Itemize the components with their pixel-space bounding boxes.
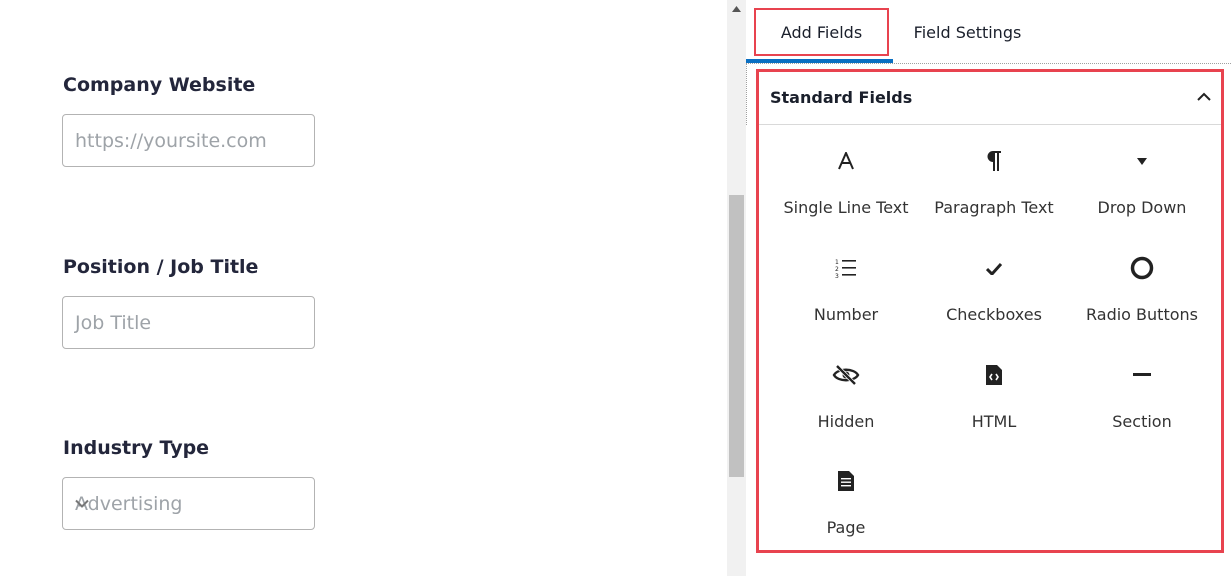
field-item-number[interactable]: 1 2 3 Number [772, 248, 920, 353]
standard-fields-header[interactable]: Standard Fields [759, 72, 1221, 125]
standard-fields-group: Standard Fields Single Line Text Paragra… [756, 69, 1224, 553]
field-item-radio-buttons[interactable]: Radio Buttons [1068, 248, 1216, 353]
chevron-up-icon[interactable] [1195, 88, 1213, 106]
svg-text:1: 1 [835, 259, 839, 266]
fields-panel: Add Fields Field Settings Standard Field… [746, 0, 1231, 576]
field-label-company-website: Company Website [63, 74, 256, 96]
field-item-label: Hidden [817, 412, 875, 431]
page-icon [772, 461, 920, 501]
scroll-thumb[interactable] [729, 195, 744, 477]
code-file-icon [920, 355, 1068, 395]
tab-add-fields[interactable]: Add Fields [754, 8, 889, 56]
field-item-label: Number [813, 305, 879, 324]
company-website-input[interactable]: https://yoursite.com [62, 114, 315, 167]
field-item-page[interactable]: Page [772, 461, 920, 566]
form-preview: Company Website https://yoursite.com Pos… [0, 0, 727, 576]
field-item-paragraph-text[interactable]: Paragraph Text [920, 141, 1068, 246]
panel-divider [746, 63, 1231, 65]
field-item-html[interactable]: HTML [920, 355, 1068, 460]
field-item-single-line-text[interactable]: Single Line Text [772, 141, 920, 246]
panel-divider-left [746, 63, 748, 125]
field-item-label: HTML [971, 412, 1017, 431]
company-website-placeholder: https://yoursite.com [75, 129, 267, 152]
radio-icon [1068, 248, 1216, 288]
eye-slash-icon [772, 355, 920, 395]
minus-icon [1068, 355, 1216, 395]
field-item-section[interactable]: Section [1068, 355, 1216, 460]
caret-down-icon [1068, 141, 1216, 181]
chevron-down-icon [75, 499, 300, 508]
field-label-industry-type: Industry Type [63, 437, 210, 459]
field-item-checkboxes[interactable]: Checkboxes [920, 248, 1068, 353]
field-item-label: Checkboxes [946, 305, 1042, 324]
svg-text:2: 2 [835, 266, 839, 273]
field-item-label: Radio Buttons [1086, 305, 1198, 324]
field-item-label: Drop Down [1097, 198, 1187, 217]
caret-up-icon [732, 6, 741, 12]
paragraph-icon [920, 141, 1068, 181]
ordered-list-icon: 1 2 3 [772, 248, 920, 288]
text-icon [772, 141, 920, 181]
field-item-hidden[interactable]: Hidden [772, 355, 920, 460]
field-item-label: Page [826, 518, 866, 537]
field-item-drop-down[interactable]: Drop Down [1068, 141, 1216, 246]
field-label-job-title: Position / Job Title [63, 256, 259, 278]
standard-fields-title: Standard Fields [770, 88, 913, 107]
svg-text:3: 3 [835, 273, 839, 278]
form-scrollbar[interactable] [727, 0, 746, 576]
field-item-label: Single Line Text [783, 198, 909, 217]
industry-type-select[interactable]: Advertising [62, 477, 315, 530]
job-title-input[interactable]: Job Title [62, 296, 315, 349]
job-title-placeholder: Job Title [75, 311, 152, 334]
field-item-label: Paragraph Text [934, 198, 1054, 217]
tab-field-settings[interactable]: Field Settings [904, 8, 1031, 56]
field-item-label: Section [1112, 412, 1172, 431]
scroll-up-button[interactable] [727, 0, 746, 20]
check-icon [920, 248, 1068, 288]
